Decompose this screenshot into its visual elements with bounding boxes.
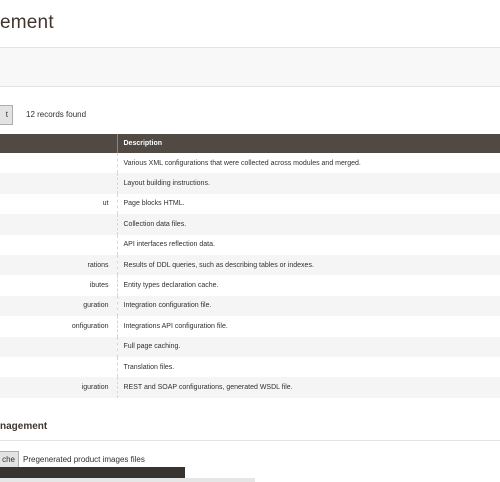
cache-type-cell: onfiguration	[0, 316, 118, 337]
table-row[interactable]: Layout building instructions.	[0, 173, 500, 194]
description-cell: Full page caching.	[117, 336, 500, 357]
section-divider	[0, 440, 500, 441]
description-cell: Integrations API configuration file.	[117, 316, 500, 337]
cache-type-cell	[0, 214, 118, 235]
page-title: ement	[0, 12, 54, 33]
cache-type-cell: ut	[0, 193, 118, 215]
description-cell: Page blocks HTML.	[117, 193, 500, 215]
cache-action-button[interactable]: t	[0, 105, 13, 125]
faint-text-strip	[0, 478, 255, 482]
records-count: 12 records found	[26, 110, 87, 119]
description-cell: Entity types declaration cache.	[117, 275, 500, 296]
page-actions-bar	[0, 47, 500, 87]
cache-type-cell: rations	[0, 254, 118, 276]
table-row[interactable]: ibutes Entity types declaration cache.	[0, 275, 500, 296]
table-row[interactable]: Translation files.	[0, 356, 500, 378]
grid-toolbar: t 12 records found	[0, 105, 500, 127]
table-row[interactable]: onfiguration Integrations API configurat…	[0, 316, 500, 337]
column-header-description[interactable]: Description	[117, 134, 500, 153]
description-cell: Translation files.	[117, 356, 500, 378]
cache-type-cell	[0, 234, 118, 255]
cache-types-grid: Description Various XML configurations t…	[0, 134, 500, 398]
column-header-cache-type[interactable]	[0, 134, 118, 153]
cache-type-cell	[0, 153, 118, 174]
flush-images-cache-button[interactable]: che	[0, 451, 19, 468]
table-row[interactable]: Various XML configurations that were col…	[0, 153, 500, 174]
table-row[interactable]: iguration REST and SOAP configurations, …	[0, 377, 500, 398]
cache-type-cell: ibutes	[0, 275, 118, 296]
description-cell: Integration configuration file.	[117, 295, 500, 317]
description-cell: Various XML configurations that were col…	[117, 153, 500, 174]
cache-type-cell	[0, 173, 118, 194]
grid-header-row: Description	[0, 134, 500, 153]
cache-type-cell: iguration	[0, 377, 118, 398]
table-row[interactable]: ut Page blocks HTML.	[0, 193, 500, 215]
additional-cache-row: che Pregenerated product images files	[0, 451, 500, 468]
table-row[interactable]: Full page caching.	[0, 336, 500, 357]
table-row[interactable]: guration Integration configuration file.	[0, 295, 500, 317]
additional-cache-section-title: nagement	[0, 421, 48, 432]
page-header: ement	[0, 0, 500, 47]
pregenerated-images-label: Pregenerated product images files	[23, 455, 145, 464]
table-row[interactable]: rations Results of DDL queries, such as …	[0, 254, 500, 276]
cache-type-cell: guration	[0, 295, 118, 317]
table-row[interactable]: Collection data files.	[0, 214, 500, 235]
table-row[interactable]: API interfaces reflection data.	[0, 234, 500, 255]
cache-type-cell	[0, 356, 118, 378]
description-cell: Collection data files.	[117, 214, 500, 235]
cache-type-cell	[0, 336, 118, 357]
description-cell: REST and SOAP configurations, generated …	[117, 377, 500, 398]
description-cell: Layout building instructions.	[117, 173, 500, 194]
description-cell: API interfaces reflection data.	[117, 234, 500, 255]
description-cell: Results of DDL queries, such as describi…	[117, 254, 500, 276]
dark-message-bar	[0, 467, 185, 478]
